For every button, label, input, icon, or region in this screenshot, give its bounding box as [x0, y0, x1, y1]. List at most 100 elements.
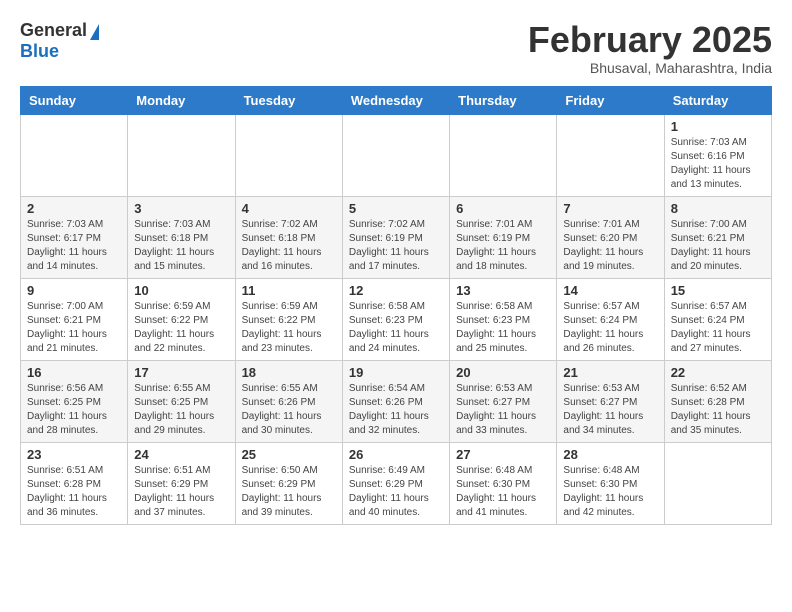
calendar-cell — [557, 114, 664, 196]
day-info: Sunrise: 6:55 AM Sunset: 6:25 PM Dayligh… — [134, 382, 228, 438]
day-number: 22 — [671, 365, 765, 380]
day-info: Sunrise: 6:59 AM Sunset: 6:22 PM Dayligh… — [134, 300, 228, 356]
calendar-cell: 10 Sunrise: 6:59 AM Sunset: 6:22 PM Dayli… — [128, 278, 235, 360]
calendar-cell: 6 Sunrise: 7:01 AM Sunset: 6:19 PM Daylig… — [450, 196, 557, 278]
page-header: General Blue February 2025 Bhusaval, Mah… — [20, 20, 772, 76]
calendar-cell: 27 Sunrise: 6:48 AM Sunset: 6:30 PM Dayli… — [450, 442, 557, 524]
day-number: 2 — [27, 201, 121, 216]
calendar-cell: 3 Sunrise: 7:03 AM Sunset: 6:18 PM Daylig… — [128, 196, 235, 278]
logo-general-text: General — [20, 20, 87, 41]
calendar-cell: 2 Sunrise: 7:03 AM Sunset: 6:17 PM Daylig… — [21, 196, 128, 278]
day-number: 16 — [27, 365, 121, 380]
day-info: Sunrise: 7:03 AM Sunset: 6:18 PM Dayligh… — [134, 218, 228, 274]
day-number: 3 — [134, 201, 228, 216]
day-number: 20 — [456, 365, 550, 380]
day-info: Sunrise: 6:49 AM Sunset: 6:29 PM Dayligh… — [349, 464, 443, 520]
day-number: 18 — [242, 365, 336, 380]
calendar-cell: 16 Sunrise: 6:56 AM Sunset: 6:25 PM Dayli… — [21, 360, 128, 442]
day-number: 1 — [671, 119, 765, 134]
day-info: Sunrise: 6:58 AM Sunset: 6:23 PM Dayligh… — [349, 300, 443, 356]
day-number: 26 — [349, 447, 443, 462]
day-info: Sunrise: 6:50 AM Sunset: 6:29 PM Dayligh… — [242, 464, 336, 520]
calendar-cell: 24Sunrise: 6:51 AM Sunset: 6:29 PM Dayli… — [128, 442, 235, 524]
calendar-table: SundayMondayTuesdayWednesdayThursdayFrid… — [20, 86, 772, 525]
day-info: Sunrise: 6:55 AM Sunset: 6:26 PM Dayligh… — [242, 382, 336, 438]
weekday-header-thursday: Thursday — [450, 86, 557, 114]
day-number: 21 — [563, 365, 657, 380]
day-number: 9 — [27, 283, 121, 298]
calendar-cell: 4Sunrise: 7:02 AM Sunset: 6:18 PM Daylig… — [235, 196, 342, 278]
day-number: 17 — [134, 365, 228, 380]
calendar-week-row: 2 Sunrise: 7:03 AM Sunset: 6:17 PM Daylig… — [21, 196, 772, 278]
month-title: February 2025 — [528, 20, 772, 60]
day-number: 10 — [134, 283, 228, 298]
day-info: Sunrise: 7:01 AM Sunset: 6:19 PM Dayligh… — [456, 218, 550, 274]
calendar-week-row: 1 Sunrise: 7:03 AM Sunset: 6:16 PM Daylig… — [21, 114, 772, 196]
day-number: 15 — [671, 283, 765, 298]
calendar-cell: 11 Sunrise: 6:59 AM Sunset: 6:22 PM Dayli… — [235, 278, 342, 360]
calendar-cell: 21 Sunrise: 6:53 AM Sunset: 6:27 PM Dayli… — [557, 360, 664, 442]
day-info: Sunrise: 6:51 AM Sunset: 6:29 PM Dayligh… — [134, 464, 228, 520]
calendar-cell: 23 Sunrise: 6:51 AM Sunset: 6:28 PM Dayli… — [21, 442, 128, 524]
day-number: 23 — [27, 447, 121, 462]
day-info: Sunrise: 6:56 AM Sunset: 6:25 PM Dayligh… — [27, 382, 121, 438]
calendar-cell: 15 Sunrise: 6:57 AM Sunset: 6:24 PM Dayli… — [664, 278, 771, 360]
calendar-cell: 26 Sunrise: 6:49 AM Sunset: 6:29 PM Dayli… — [342, 442, 449, 524]
day-info: Sunrise: 6:52 AM Sunset: 6:28 PM Dayligh… — [671, 382, 765, 438]
calendar-week-row: 9Sunrise: 7:00 AM Sunset: 6:21 PM Daylig… — [21, 278, 772, 360]
day-info: Sunrise: 6:53 AM Sunset: 6:27 PM Dayligh… — [563, 382, 657, 438]
weekday-header-tuesday: Tuesday — [235, 86, 342, 114]
day-info: Sunrise: 6:54 AM Sunset: 6:26 PM Dayligh… — [349, 382, 443, 438]
day-info: Sunrise: 7:02 AM Sunset: 6:18 PM Dayligh… — [242, 218, 336, 274]
calendar-week-row: 16 Sunrise: 6:56 AM Sunset: 6:25 PM Dayli… — [21, 360, 772, 442]
day-number: 27 — [456, 447, 550, 462]
calendar-cell — [21, 114, 128, 196]
day-number: 12 — [349, 283, 443, 298]
day-info: Sunrise: 6:48 AM Sunset: 6:30 PM Dayligh… — [456, 464, 550, 520]
calendar-header-row: SundayMondayTuesdayWednesdayThursdayFrid… — [21, 86, 772, 114]
weekday-header-sunday: Sunday — [21, 86, 128, 114]
calendar-cell: 14Sunrise: 6:57 AM Sunset: 6:24 PM Dayli… — [557, 278, 664, 360]
day-info: Sunrise: 7:03 AM Sunset: 6:16 PM Dayligh… — [671, 136, 765, 192]
day-number: 11 — [242, 283, 336, 298]
calendar-cell: 9Sunrise: 7:00 AM Sunset: 6:21 PM Daylig… — [21, 278, 128, 360]
day-number: 13 — [456, 283, 550, 298]
calendar-cell: 19 Sunrise: 6:54 AM Sunset: 6:26 PM Dayli… — [342, 360, 449, 442]
calendar-cell — [128, 114, 235, 196]
weekday-header-monday: Monday — [128, 86, 235, 114]
calendar-cell: 5Sunrise: 7:02 AM Sunset: 6:19 PM Daylig… — [342, 196, 449, 278]
day-number: 8 — [671, 201, 765, 216]
day-info: Sunrise: 7:02 AM Sunset: 6:19 PM Dayligh… — [349, 218, 443, 274]
calendar-cell — [450, 114, 557, 196]
day-info: Sunrise: 6:57 AM Sunset: 6:24 PM Dayligh… — [563, 300, 657, 356]
calendar-cell: 7 Sunrise: 7:01 AM Sunset: 6:20 PM Daylig… — [557, 196, 664, 278]
weekday-header-friday: Friday — [557, 86, 664, 114]
calendar-cell: 20 Sunrise: 6:53 AM Sunset: 6:27 PM Dayli… — [450, 360, 557, 442]
day-number: 7 — [563, 201, 657, 216]
calendar-cell — [664, 442, 771, 524]
weekday-header-saturday: Saturday — [664, 86, 771, 114]
day-number: 6 — [456, 201, 550, 216]
day-number: 28 — [563, 447, 657, 462]
day-info: Sunrise: 7:00 AM Sunset: 6:21 PM Dayligh… — [671, 218, 765, 274]
day-info: Sunrise: 6:57 AM Sunset: 6:24 PM Dayligh… — [671, 300, 765, 356]
calendar-cell: 13 Sunrise: 6:58 AM Sunset: 6:23 PM Dayli… — [450, 278, 557, 360]
location-subtitle: Bhusaval, Maharashtra, India — [528, 60, 772, 76]
calendar-cell: 18 Sunrise: 6:55 AM Sunset: 6:26 PM Dayli… — [235, 360, 342, 442]
day-info: Sunrise: 6:59 AM Sunset: 6:22 PM Dayligh… — [242, 300, 336, 356]
calendar-cell: 17 Sunrise: 6:55 AM Sunset: 6:25 PM Dayli… — [128, 360, 235, 442]
title-section: February 2025 Bhusaval, Maharashtra, Ind… — [528, 20, 772, 76]
weekday-header-wednesday: Wednesday — [342, 86, 449, 114]
day-info: Sunrise: 6:51 AM Sunset: 6:28 PM Dayligh… — [27, 464, 121, 520]
day-info: Sunrise: 6:53 AM Sunset: 6:27 PM Dayligh… — [456, 382, 550, 438]
day-number: 19 — [349, 365, 443, 380]
calendar-cell: 28 Sunrise: 6:48 AM Sunset: 6:30 PM Dayli… — [557, 442, 664, 524]
calendar-cell: 22 Sunrise: 6:52 AM Sunset: 6:28 PM Dayli… — [664, 360, 771, 442]
day-info: Sunrise: 7:01 AM Sunset: 6:20 PM Dayligh… — [563, 218, 657, 274]
logo-icon — [90, 24, 99, 40]
day-info: Sunrise: 7:03 AM Sunset: 6:17 PM Dayligh… — [27, 218, 121, 274]
calendar-cell: 25Sunrise: 6:50 AM Sunset: 6:29 PM Dayli… — [235, 442, 342, 524]
calendar-cell: 1 Sunrise: 7:03 AM Sunset: 6:16 PM Daylig… — [664, 114, 771, 196]
day-info: Sunrise: 6:58 AM Sunset: 6:23 PM Dayligh… — [456, 300, 550, 356]
day-info: Sunrise: 6:48 AM Sunset: 6:30 PM Dayligh… — [563, 464, 657, 520]
